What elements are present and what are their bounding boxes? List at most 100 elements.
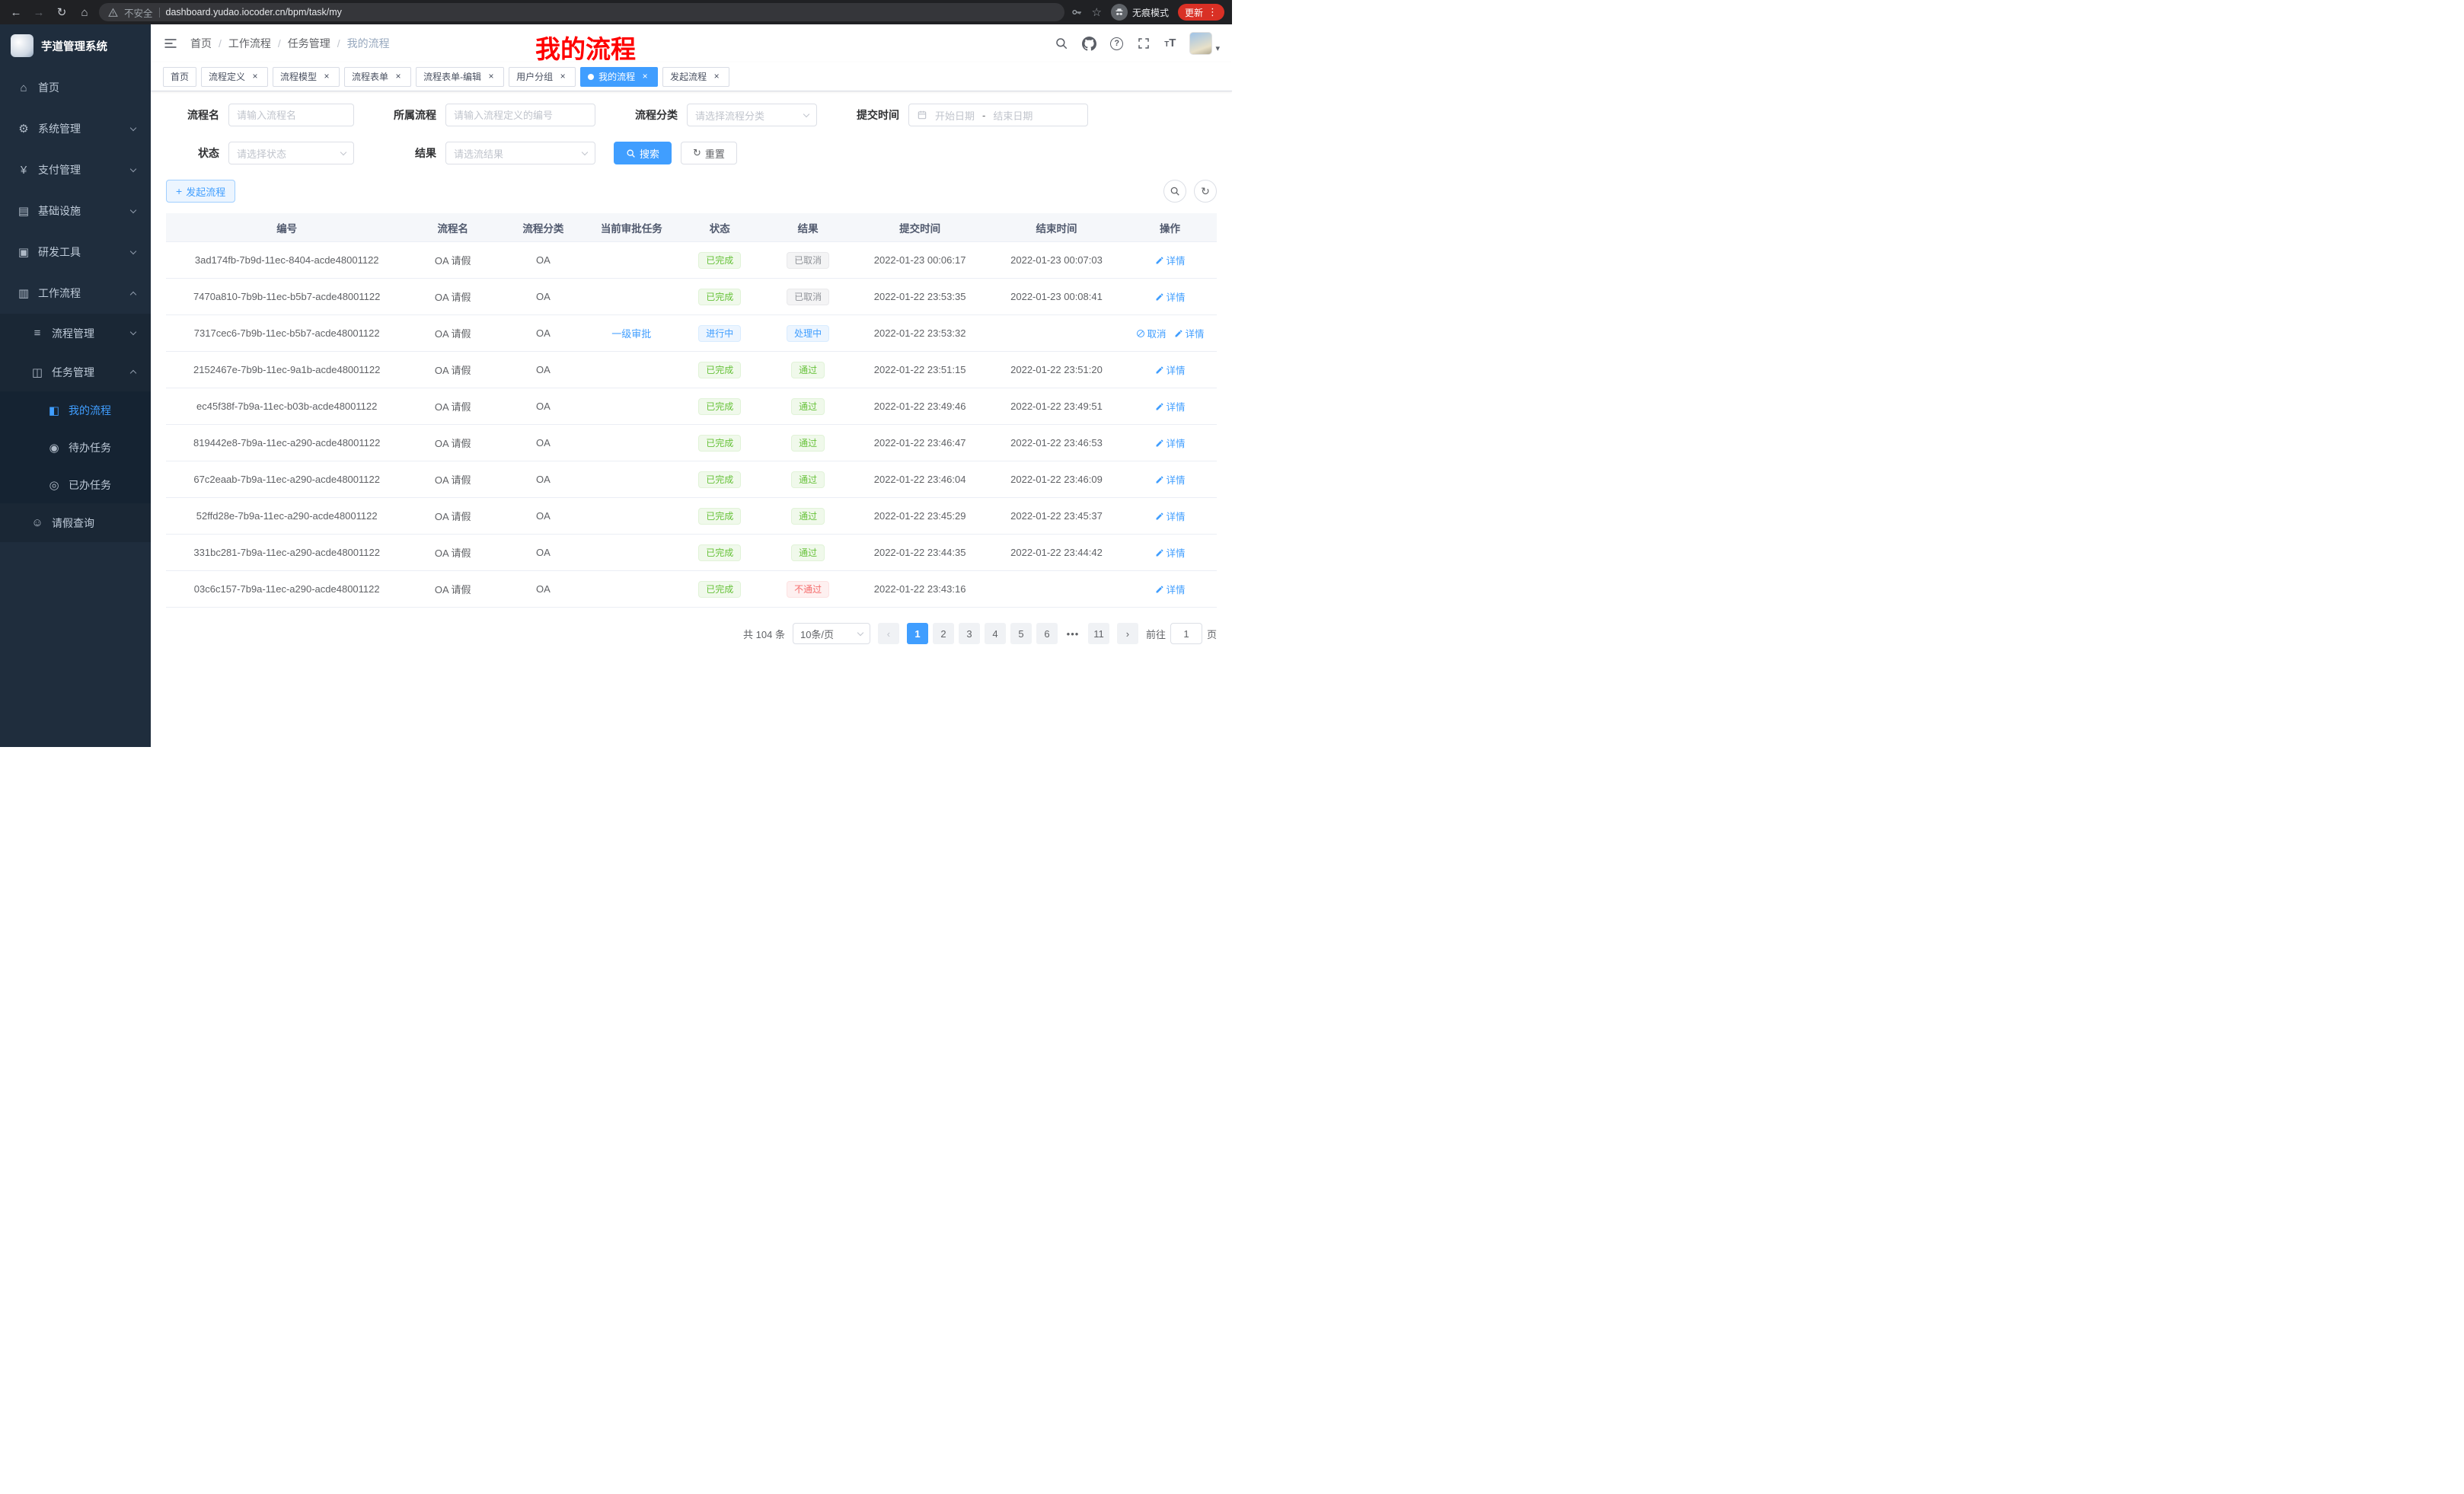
- toggle-search-button[interactable]: [1163, 180, 1186, 203]
- breadcrumb-item[interactable]: 任务管理: [288, 36, 330, 51]
- table-row: 819442e8-7b9a-11ec-a290-acde48001122OA 请…: [166, 425, 1217, 461]
- reload-icon[interactable]: ↻: [53, 5, 70, 19]
- close-tab-icon[interactable]: ×: [640, 72, 650, 82]
- tab-item[interactable]: 我的流程×: [580, 67, 658, 87]
- tab-item[interactable]: 发起流程×: [662, 67, 729, 87]
- navbar: 首页 / 工作流程 / 任务管理 / 我的流程 我的流程 ?: [151, 24, 1232, 62]
- sidebar-item[interactable]: ▥工作流程: [0, 273, 151, 314]
- sidebar-item[interactable]: ▣研发工具: [0, 231, 151, 273]
- result-tag: 通过: [791, 362, 825, 378]
- font-size-icon[interactable]: TT: [1164, 37, 1176, 50]
- detail-action-link[interactable]: 详情: [1155, 436, 1186, 450]
- process-name-input[interactable]: [228, 104, 354, 126]
- key-icon[interactable]: [1071, 6, 1083, 18]
- tab-item[interactable]: 流程模型×: [273, 67, 340, 87]
- sidebar-item[interactable]: ¥支付管理: [0, 149, 151, 190]
- back-icon[interactable]: ←: [8, 6, 24, 19]
- sidebar-item[interactable]: ◧我的流程: [0, 391, 151, 429]
- detail-action-link[interactable]: 详情: [1155, 362, 1186, 377]
- tab-item[interactable]: 流程表单-编辑 ×: [416, 67, 504, 87]
- sidebar-item[interactable]: ▤基础设施: [0, 190, 151, 231]
- next-page-button[interactable]: ›: [1117, 623, 1138, 644]
- update-button[interactable]: 更新 ⋮: [1178, 4, 1224, 21]
- status-tag: 已完成: [698, 398, 741, 415]
- close-tab-icon[interactable]: ×: [250, 72, 260, 82]
- page-button[interactable]: 6: [1036, 623, 1058, 644]
- page-button[interactable]: 4: [985, 623, 1006, 644]
- start-date-placeholder: 开始日期: [935, 108, 975, 123]
- page-size-select[interactable]: 10条/页: [793, 623, 870, 644]
- bookmark-star-icon[interactable]: ☆: [1092, 5, 1102, 19]
- status-tag: 已完成: [698, 471, 741, 488]
- tab-label: 流程表单-编辑: [423, 70, 481, 83]
- detail-action-link[interactable]: 详情: [1155, 253, 1186, 267]
- address-bar[interactable]: 不安全 dashboard.yudao.iocoder.cn/bpm/task/…: [99, 3, 1064, 21]
- avatar[interactable]: [1189, 32, 1212, 55]
- tab-item[interactable]: 流程定义×: [201, 67, 268, 87]
- user-menu[interactable]: ▾: [1189, 32, 1220, 55]
- detail-action-link[interactable]: 详情: [1155, 472, 1186, 487]
- parent-process-input[interactable]: [445, 104, 595, 126]
- page-button[interactable]: 3: [959, 623, 980, 644]
- close-tab-icon[interactable]: ×: [486, 72, 496, 82]
- sidebar-item-label: 待办任务: [69, 440, 111, 455]
- cell-current-task: 一级审批: [589, 326, 675, 340]
- sidebar-item[interactable]: ◫任务管理: [0, 353, 151, 391]
- cell-status: 已完成: [675, 544, 765, 561]
- tab-item[interactable]: 流程表单×: [344, 67, 411, 87]
- table-toolbar-right: ↻: [1156, 180, 1217, 203]
- page-ellipsis[interactable]: •••: [1062, 628, 1084, 640]
- detail-action-link[interactable]: 详情: [1155, 399, 1186, 413]
- close-tab-icon[interactable]: ×: [393, 72, 404, 82]
- detail-action-link[interactable]: 详情: [1174, 326, 1205, 340]
- close-tab-icon[interactable]: ×: [557, 72, 568, 82]
- sidebar-item[interactable]: ⚙系统管理: [0, 108, 151, 149]
- app-logo[interactable]: 芋道管理系统: [0, 24, 151, 67]
- incognito-badge[interactable]: 无痕模式: [1111, 4, 1169, 21]
- jump-prefix: 前往: [1146, 627, 1166, 641]
- prev-page-button[interactable]: ‹: [878, 623, 899, 644]
- browser-menu-icon[interactable]: ⋮: [1208, 6, 1218, 18]
- sidebar-item[interactable]: ☺请假查询: [0, 503, 151, 542]
- detail-action-link[interactable]: 详情: [1155, 582, 1186, 596]
- tab-item[interactable]: 用户分组×: [509, 67, 576, 87]
- status-select[interactable]: 请选择状态: [228, 142, 354, 164]
- help-icon[interactable]: ?: [1110, 37, 1123, 50]
- breadcrumb-item[interactable]: 首页: [190, 36, 212, 51]
- search-icon[interactable]: [1055, 37, 1068, 50]
- page-button[interactable]: 11: [1088, 623, 1109, 644]
- github-icon[interactable]: [1082, 37, 1096, 51]
- tab-item[interactable]: 首页: [163, 67, 196, 87]
- done-icon: ◎: [47, 478, 61, 492]
- search-button[interactable]: 搜索: [614, 142, 672, 164]
- hamburger-icon[interactable]: [163, 36, 178, 51]
- category-select[interactable]: 请选择流程分类: [687, 104, 817, 126]
- sidebar-item[interactable]: ≡流程管理: [0, 314, 151, 353]
- detail-action-link[interactable]: 详情: [1155, 289, 1186, 304]
- task-link[interactable]: 一级审批: [611, 328, 651, 340]
- breadcrumb-item[interactable]: 工作流程: [228, 36, 271, 51]
- create-process-button[interactable]: + 发起流程: [166, 180, 235, 203]
- detail-action-link[interactable]: 详情: [1155, 509, 1186, 523]
- page-button[interactable]: 2: [933, 623, 954, 644]
- detail-action-link[interactable]: 详情: [1155, 545, 1186, 560]
- page-button[interactable]: 1: [907, 623, 928, 644]
- close-tab-icon[interactable]: ×: [711, 72, 722, 82]
- submit-time-range-picker[interactable]: 开始日期 - 结束日期: [908, 104, 1088, 126]
- forward-icon[interactable]: →: [30, 6, 47, 19]
- jump-page-input[interactable]: [1170, 623, 1202, 644]
- page-button[interactable]: 5: [1010, 623, 1032, 644]
- result-select[interactable]: 请选流结果: [445, 142, 595, 164]
- reset-button[interactable]: ↻ 重置: [681, 142, 737, 164]
- browser-home-icon[interactable]: ⌂: [76, 6, 93, 19]
- chevron-down-icon: [130, 165, 136, 171]
- cancel-action-link[interactable]: 取消: [1136, 326, 1167, 340]
- close-tab-icon[interactable]: ×: [321, 72, 332, 82]
- sidebar-item[interactable]: ◎已办任务: [0, 466, 151, 503]
- devtools-icon: ▣: [17, 245, 30, 259]
- workflow-icon: ▥: [17, 286, 30, 300]
- refresh-table-button[interactable]: ↻: [1194, 180, 1217, 203]
- sidebar-item[interactable]: ⌂首页: [0, 67, 151, 108]
- sidebar-item[interactable]: ◉待办任务: [0, 429, 151, 466]
- fullscreen-icon[interactable]: [1137, 37, 1151, 50]
